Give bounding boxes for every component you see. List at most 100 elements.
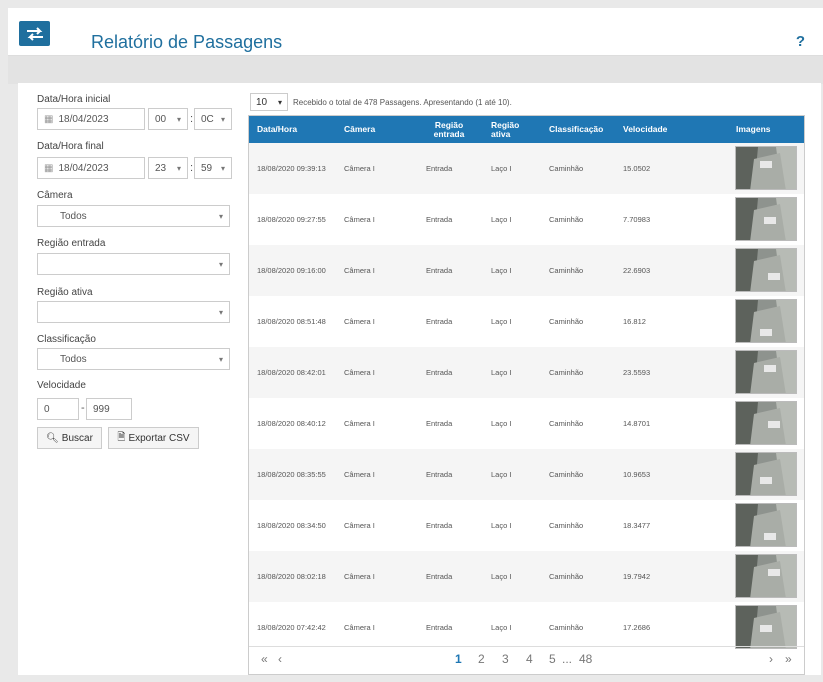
- table-row[interactable]: 18/08/2020 09:39:13 Câmera I Entrada Laço I…: [249, 143, 804, 194]
- vehicle-thumbnail[interactable]: [735, 401, 797, 445]
- end-date-input[interactable]: ▦ 18/04/2023: [37, 157, 145, 179]
- table-cell: Entrada: [426, 521, 453, 530]
- table-cell: 18/08/2020 08:35:55: [257, 470, 326, 479]
- start-datetime-label: Data/Hora inicial: [37, 94, 111, 105]
- search-icon: 🔍︎: [46, 432, 59, 444]
- vehicle-thumbnail[interactable]: [735, 605, 797, 649]
- chevron-down-icon: ▾: [220, 114, 225, 124]
- vehicle-thumbnail[interactable]: [735, 299, 797, 343]
- page-button[interactable]: 4: [526, 652, 533, 666]
- camera-label: Câmera: [37, 190, 73, 201]
- export-csv-button[interactable]: 🗎 Exportar CSV: [108, 427, 199, 449]
- table-cell: Caminhão: [549, 266, 584, 275]
- start-date-input[interactable]: ▦ 18/04/2023: [37, 108, 145, 130]
- table-row[interactable]: 18/08/2020 08:02:18 Câmera I Entrada Laço I…: [249, 551, 804, 602]
- page-button[interactable]: 48: [579, 652, 592, 666]
- search-button[interactable]: 🔍︎ Buscar: [37, 427, 102, 449]
- page-button[interactable]: 5: [549, 652, 556, 666]
- file-export-icon: 🗎: [117, 431, 126, 443]
- table-cell: Câmera I: [344, 470, 375, 479]
- vehicle-thumbnail[interactable]: [735, 248, 797, 292]
- entry-region-select[interactable]: ▾: [37, 253, 230, 275]
- end-minute-select[interactable]: 59 ▾: [194, 157, 232, 179]
- classification-select[interactable]: Todos ▾: [37, 348, 230, 370]
- table-cell: 14.8701: [623, 419, 651, 428]
- start-hour-select[interactable]: 00 ▾: [148, 108, 188, 130]
- chevron-down-icon: ▾: [218, 259, 223, 269]
- table-cell: Entrada: [426, 368, 453, 377]
- last-page-button[interactable]: »: [785, 652, 792, 666]
- first-page-button[interactable]: «: [261, 652, 268, 666]
- end-datetime-label: Data/Hora final: [37, 141, 104, 152]
- active-region-select[interactable]: ▾: [37, 301, 230, 323]
- table-cell: 18/08/2020 08:40:12: [257, 419, 326, 428]
- table-cell: 18/08/2020 09:16:00: [257, 266, 326, 275]
- column-header[interactable]: Classificação: [549, 116, 603, 143]
- column-header[interactable]: Região ativa: [491, 116, 527, 143]
- table-row[interactable]: 18/08/2020 08:35:55 Câmera I Entrada Laço I…: [249, 449, 804, 500]
- table-cell: Laço I: [491, 215, 512, 224]
- column-header[interactable]: Imagens: [736, 116, 771, 143]
- page-button[interactable]: 2: [478, 652, 485, 666]
- table-cell: Caminhão: [549, 521, 584, 530]
- column-header[interactable]: Câmera: [344, 116, 375, 143]
- column-header[interactable]: Região entrada: [426, 116, 472, 143]
- vehicle-thumbnail[interactable]: [735, 452, 797, 496]
- table-cell: 22.6903: [623, 266, 651, 275]
- start-minute-select[interactable]: 0C ▾: [194, 108, 232, 130]
- page-button[interactable]: 3: [502, 652, 509, 666]
- table-cell: Caminhão: [549, 470, 584, 479]
- pagination-ellipsis: ...: [562, 652, 573, 666]
- page-button[interactable]: 1: [455, 652, 462, 666]
- end-hour-select[interactable]: 23 ▾: [148, 157, 188, 179]
- table-cell: Laço I: [491, 419, 512, 428]
- next-page-button[interactable]: ›: [769, 652, 773, 666]
- table-cell: Câmera I: [344, 164, 375, 173]
- table-cell: 18/08/2020 08:02:18: [257, 572, 326, 581]
- column-header[interactable]: Velocidade: [623, 116, 667, 143]
- chevron-down-icon: ▾: [218, 211, 223, 221]
- table-header: Data/Hora Câmera Região entrada Região a…: [249, 116, 804, 143]
- table-cell: Laço I: [491, 317, 512, 326]
- entry-region-label: Região entrada: [37, 238, 106, 249]
- speed-label: Velocidade: [37, 380, 86, 391]
- table-row[interactable]: 18/08/2020 09:27:55 Câmera I Entrada Laço I…: [249, 194, 804, 245]
- camera-select[interactable]: Todos ▾: [37, 205, 230, 227]
- table-row[interactable]: 18/08/2020 08:51:48 Câmera I Entrada Laço I…: [249, 296, 804, 347]
- vehicle-thumbnail[interactable]: [735, 146, 797, 190]
- table-cell: Entrada: [426, 419, 453, 428]
- chevron-down-icon: ▾: [176, 163, 181, 173]
- speed-min-input[interactable]: 0: [37, 398, 79, 420]
- table-cell: Entrada: [426, 317, 453, 326]
- table-cell: Laço I: [491, 368, 512, 377]
- table-cell: Laço I: [491, 572, 512, 581]
- speed-max-input[interactable]: 999: [86, 398, 132, 420]
- prev-page-button[interactable]: ‹: [278, 652, 282, 666]
- vehicle-thumbnail[interactable]: [735, 554, 797, 598]
- table-cell: Câmera I: [344, 572, 375, 581]
- pagination: « ‹ 1 2 3 4 5 ... 48 › »: [249, 646, 804, 674]
- vehicle-thumbnail[interactable]: [735, 503, 797, 547]
- table-cell: Caminhão: [549, 368, 584, 377]
- table-cell: Câmera I: [344, 419, 375, 428]
- time-separator: :: [190, 113, 194, 125]
- results-summary: Recebido o total de 478 Passagens. Apres…: [293, 98, 512, 107]
- table-row[interactable]: 18/08/2020 08:42:01 Câmera I Entrada Laço I…: [249, 347, 804, 398]
- vehicle-thumbnail[interactable]: [735, 197, 797, 241]
- page-size-select[interactable]: 10 ▾: [250, 93, 288, 111]
- table-cell: 18.3477: [623, 521, 651, 530]
- help-button[interactable]: ?: [796, 33, 805, 50]
- table-cell: Câmera I: [344, 317, 375, 326]
- table-cell: Caminhão: [549, 215, 584, 224]
- column-header[interactable]: Data/Hora: [257, 116, 297, 143]
- table-cell: 23.5593: [623, 368, 651, 377]
- table-row[interactable]: 18/08/2020 09:16:00 Câmera I Entrada Laço I…: [249, 245, 804, 296]
- table-cell: Caminhão: [549, 164, 584, 173]
- vehicle-thumbnail[interactable]: [735, 350, 797, 394]
- table-row[interactable]: 18/08/2020 08:34:50 Câmera I Entrada Laço I…: [249, 500, 804, 551]
- table-cell: Câmera I: [344, 215, 375, 224]
- table-row[interactable]: 18/08/2020 08:40:12 Câmera I Entrada Laço I…: [249, 398, 804, 449]
- table-cell: 7.70983: [623, 215, 651, 224]
- passages-table: Data/Hora Câmera Região entrada Região a…: [248, 115, 805, 675]
- table-cell: Laço I: [491, 470, 512, 479]
